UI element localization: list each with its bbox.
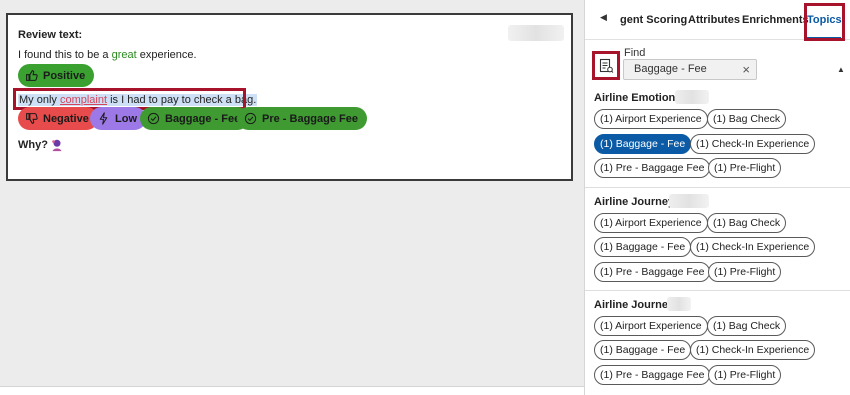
topic-chip[interactable]: (1) Baggage - Fee — [594, 237, 692, 257]
sentence-text: I found this to be a — [18, 49, 112, 61]
tag-label: Baggage - Fee — [165, 112, 241, 125]
find-label: Find — [624, 47, 646, 59]
tab-agent-scoring[interactable]: gent Scoring — [620, 14, 687, 26]
tab-attributes[interactable]: Attributes — [688, 14, 740, 26]
topic-pre-baggage-fee-tag[interactable]: Pre - Baggage Fee — [237, 107, 367, 130]
topic-chip[interactable]: (1) Bag Check — [707, 316, 787, 336]
positive-keyword: great — [111, 49, 137, 61]
topic-chip[interactable]: (1) Pre-Flight — [708, 365, 782, 385]
why-label: Why? — [18, 139, 48, 151]
sentiment-positive-tag[interactable]: Positive — [18, 64, 95, 87]
topic-chip[interactable]: (1) Airport Experience — [594, 316, 708, 336]
tag-label: Negative — [43, 112, 89, 125]
section-title: Airline Emotions — [594, 92, 682, 104]
blurred-metadata — [508, 25, 564, 41]
sentiment-negative-tag[interactable]: Negative — [18, 107, 98, 130]
scroll-left-icon[interactable]: ◀ — [600, 12, 607, 23]
why-link[interactable]: Why? — [18, 138, 64, 152]
section-title: Airline Journey — [594, 196, 675, 208]
lightning-icon — [99, 112, 108, 125]
section-title: Airline Journey — [594, 299, 675, 311]
thumbs-up-icon — [26, 70, 38, 81]
check-circle-icon — [147, 112, 160, 125]
topic-section: Airline Emotions (1) Airport Experience … — [585, 84, 850, 186]
topic-chip[interactable]: (1) Pre - Baggage Fee — [594, 262, 711, 282]
review-pane: Review text: I found this to be a great … — [0, 0, 584, 395]
tag-label: Positive — [43, 69, 86, 82]
topic-chip[interactable]: (1) Bag Check — [707, 109, 787, 129]
topic-chip[interactable]: (1) Pre-Flight — [708, 262, 782, 282]
details-panel: ◀ gent Scoring Attributes Enrichments To… — [584, 0, 850, 395]
find-input[interactable]: Baggage - Fee × — [623, 59, 757, 80]
topic-chip[interactable]: (1) Bag Check — [707, 213, 787, 233]
topic-chip-selected[interactable]: (1) Baggage - Fee — [594, 134, 692, 154]
topic-chip[interactable]: (1) Pre - Baggage Fee — [594, 158, 711, 178]
tab-enrichments[interactable]: Enrichments — [742, 14, 809, 26]
review-title: Review text: — [18, 29, 83, 41]
tag-label: Low — [115, 112, 137, 125]
assistant-icon — [52, 139, 62, 152]
clear-icon[interactable]: × — [742, 62, 750, 77]
find-icon-highlight-outline — [592, 51, 620, 80]
review-sentence-1[interactable]: I found this to be a great experience. — [18, 49, 197, 61]
topic-chip[interactable]: (1) Pre-Flight — [708, 158, 782, 178]
topic-chip[interactable]: (1) Pre - Baggage Fee — [594, 365, 711, 385]
topic-baggage-fee-tag[interactable]: Baggage - Fee — [140, 107, 250, 130]
topic-chip[interactable]: (1) Baggage - Fee — [594, 340, 692, 360]
topic-chip[interactable]: (1) Airport Experience — [594, 213, 708, 233]
effort-low-tag[interactable]: Low — [90, 107, 146, 130]
topic-chip[interactable]: (1) Airport Experience — [594, 109, 708, 129]
topic-chip[interactable]: (1) Check-In Experience — [690, 340, 816, 360]
topic-section: Airline Journey (1) Airport Experience (… — [585, 290, 850, 390]
blurred-count — [667, 297, 691, 311]
sentence-text: experience. — [136, 49, 197, 61]
blurred-count — [669, 194, 709, 208]
collapse-icon[interactable]: ▲ — [837, 65, 845, 74]
thumbs-down-icon — [26, 113, 38, 124]
find-value: Baggage - Fee — [634, 63, 707, 75]
topic-section: Airline Journey (1) Airport Experience (… — [585, 187, 850, 289]
topic-chip[interactable]: (1) Check-In Experience — [690, 134, 816, 154]
tag-label: Pre - Baggage Fee — [262, 112, 358, 125]
topics-tab-highlight-outline — [804, 3, 845, 41]
blurred-count — [675, 90, 709, 104]
check-circle-icon — [244, 112, 257, 125]
topic-chip[interactable]: (1) Check-In Experience — [690, 237, 816, 257]
footer-bar — [0, 386, 584, 395]
review-card: Review text: I found this to be a great … — [6, 13, 573, 181]
